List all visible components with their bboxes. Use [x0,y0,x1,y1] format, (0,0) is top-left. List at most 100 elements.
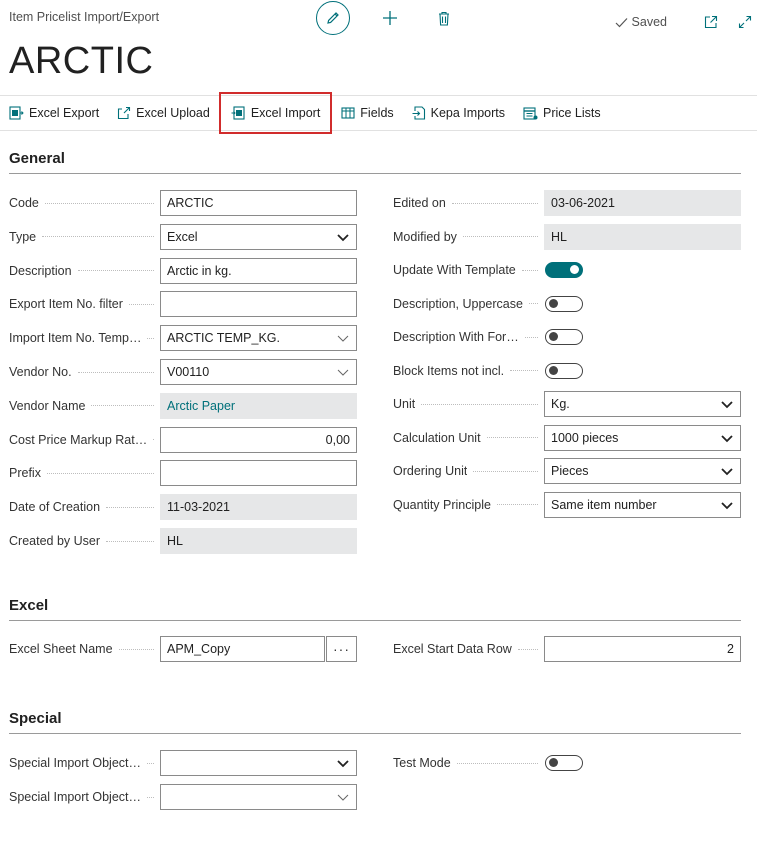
description-uppercase-label: Description, Uppercase [393,296,523,311]
calculation-unit-label: Calculation Unit [393,430,481,445]
code-input[interactable]: ARCTIC [160,190,357,216]
special-object-1-select[interactable] [160,750,357,776]
ordering-unit-select[interactable]: Pieces [544,458,741,484]
excel-export-action[interactable]: Excel Export [0,95,108,131]
label-leader [517,648,538,650]
date-of-creation-label: Date of Creation [9,500,101,515]
special-section-title: Special [9,710,741,734]
label-leader [496,504,538,505]
excel-export-icon [9,106,24,120]
table-icon [341,107,355,119]
label-leader [528,303,538,304]
excel-import-icon [231,106,245,120]
label-leader [128,303,154,305]
open-new-window-button[interactable] [697,8,725,36]
label-leader [451,202,538,204]
excel-import-action[interactable]: Excel Import [218,92,333,134]
vendor-name-value[interactable]: Arctic Paper [160,392,357,419]
quantity-principle-select[interactable]: Same item number [544,491,741,518]
toggle-knob [549,298,558,308]
saved-label: Saved [631,15,667,29]
update-with-template-toggle[interactable] [545,262,583,278]
calculation-unit-label-row: Calculation Unit [393,425,544,451]
vendor-no-lookup[interactable]: V00110 [160,359,357,385]
edited-on-value: 03-06-2021 [544,190,741,216]
excel-sheet-name-value: APM_Copy [167,642,231,656]
special-object-1-label: Special Import Object… [9,756,141,770]
vendor-name-value[interactable]: Arctic Paper [167,399,350,413]
block-items-not-incl-toggle[interactable] [545,362,583,379]
import-item-no-temp-label-row: Import Item No. Temp… [9,325,160,351]
breadcrumb: Item Pricelist Import/Export [9,10,160,24]
upload-icon [118,106,131,120]
block-items-not-incl-label: Block Items not incl. [393,363,505,378]
excel-section-header: Excel [9,597,741,621]
chevron-down-icon [721,434,733,442]
prefix-label: Prefix [9,466,41,481]
import-icon [412,106,425,120]
kepa-imports-action[interactable]: Kepa Imports [403,95,514,131]
new-button[interactable] [376,4,404,32]
label-leader [153,439,154,441]
excel-section-title: Excel [9,597,741,621]
description-uppercase-toggle[interactable] [545,295,583,312]
excel-upload-action[interactable]: Excel Upload [108,95,219,131]
chevron-down-icon [337,760,349,768]
import-item-no-temp-lookup[interactable]: ARCTIC TEMP_KG. [160,325,357,352]
excel-sheet-lookup-button[interactable]: ··· [326,636,357,662]
special-object-2-lookup[interactable] [160,784,357,810]
created-by-user-label: Created by User [9,534,101,548]
cost-price-markup-rat-label: Cost Price Markup Rat… [9,432,148,447]
edit-button[interactable] [316,1,350,35]
modified-by-label-row: Modified by [393,224,544,250]
chevron-down-icon [721,401,733,409]
description-with-for-label-row: Description With For… [393,324,544,350]
label-leader [521,269,538,271]
chevron-down-icon [721,501,733,509]
description-with-for-toggle[interactable] [545,329,583,345]
edited-on-label: Edited on [393,196,446,210]
test-mode-toggle[interactable] [545,755,583,771]
checkmark-icon [615,17,627,27]
label-leader [77,371,154,373]
type-value: Excel [167,229,198,244]
cost-price-markup-rat-input[interactable]: 0,00 [160,426,357,453]
modified-by-label: Modified by [393,229,457,244]
excel-sheet-name-input[interactable]: APM_Copy [160,636,325,662]
ellipsis-icon: ··· [333,641,350,657]
description-label: Description [9,263,72,278]
description-input[interactable]: Arctic in kg. [160,257,357,284]
type-label: Type [9,229,37,244]
price-lists-action[interactable]: Price Lists [514,95,610,131]
excel-sheet-name-label: Excel Sheet Name [9,642,113,656]
unit-select[interactable]: Kg. [544,391,741,417]
expand-icon [738,15,752,29]
cost-price-markup-rat-value: 0,00 [325,432,350,447]
special-object-1-label-row: Special Import Object… [9,750,160,776]
general-section-header: General [9,150,741,174]
unit-label-row: Unit [393,391,544,417]
quantity-principle-label: Quantity Principle [393,497,491,512]
delete-button[interactable] [430,4,458,32]
calculation-unit-select[interactable]: 1000 pieces [544,424,741,451]
edited-on-value: 03-06-2021 [551,196,615,210]
chevron-down-icon [721,468,733,476]
expand-button[interactable] [731,8,759,36]
import-item-no-temp-label: Import Item No. Temp… [9,331,142,346]
action-bar: Excel Export Excel Upload Excel Import F… [0,92,757,134]
quantity-principle-label-row: Quantity Principle [393,492,544,518]
vendor-no-value: V00110 [167,365,210,379]
excel-start-row-input[interactable]: 2 [544,636,741,662]
label-leader [106,506,154,508]
export-item-no-filter-label-row: Export Item No. filter [9,291,160,317]
update-with-template-label: Update With Template [393,263,516,277]
fields-action[interactable]: Fields [332,95,402,131]
toggle-knob [549,365,558,375]
update-with-template-label-row: Update With Template [393,257,544,283]
excel-import-label: Excel Import [250,106,321,120]
open-new-window-icon [704,15,718,29]
prefix-input[interactable] [160,460,357,487]
export-item-no-filter-input[interactable] [160,291,357,318]
type-select[interactable]: Excel [160,223,357,250]
test-mode-label-row: Test Mode [393,750,544,776]
